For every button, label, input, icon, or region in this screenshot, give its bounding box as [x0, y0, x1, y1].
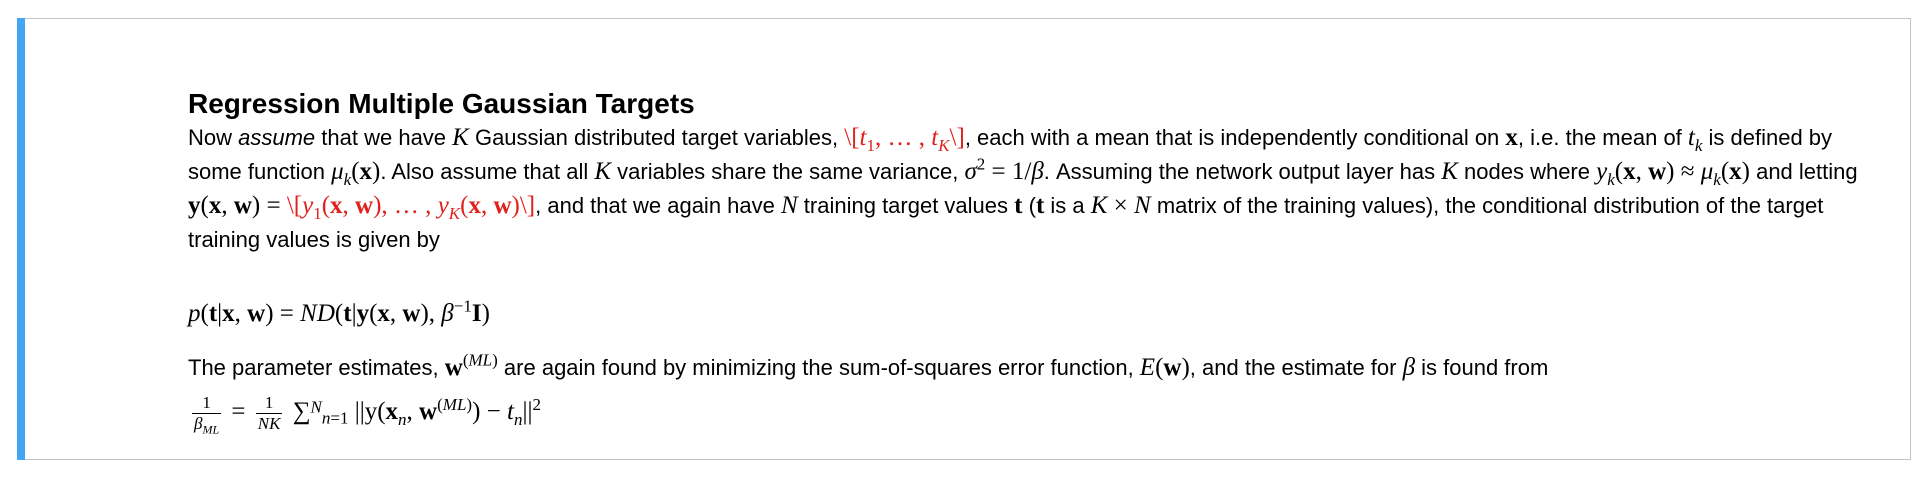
summation-limits: Nn=1 [310, 397, 349, 428]
paragraph-parameter-estimates: The parameter estimates, w(ML) are again… [188, 351, 1548, 385]
text-run: , i.e. the mean of [1517, 125, 1688, 150]
math-K: K [594, 158, 612, 185]
math-mu-k-x: μk(x) [331, 158, 381, 189]
math-K-times-N: K × N [1090, 192, 1151, 219]
text-run: is a [1044, 193, 1091, 218]
math-t-k: tk [1687, 124, 1703, 155]
text-run: , and that we again have [535, 193, 781, 218]
equation-likelihood: p(t|x, w) = ND(t|y(x, w), β−1I) [188, 296, 490, 327]
math-approx: yk(x, w) ≈ μk(x) [1596, 158, 1750, 189]
math-variance: σ2 = 1/β [964, 154, 1044, 185]
text-run: , each with a mean that is independently… [964, 125, 1506, 150]
text-run: is found from [1415, 355, 1549, 380]
paragraph-description: Now assume that we have K Gaussian distr… [188, 121, 1888, 257]
text-run: variables share the same variance, [611, 159, 965, 184]
section-heading: Regression Multiple Gaussian Targets [188, 88, 695, 119]
math-beta: β [1402, 354, 1416, 381]
cell-selection-bar [17, 18, 25, 460]
fraction-one-over-beta-ml: 1 βML [192, 393, 222, 437]
math-E-w: E(w) [1139, 354, 1190, 381]
text-run: training target values [797, 193, 1015, 218]
text-run: ( [1022, 193, 1036, 218]
fraction-one-over-NK: 1 NK [255, 393, 283, 433]
math-y-def: y(x, w) = [188, 192, 287, 219]
text-run: The parameter estimates, [188, 355, 445, 380]
text-run: Gaussian distributed target variables, [468, 125, 845, 150]
text-run: , and the estimate for [1189, 355, 1403, 380]
text-run: . Assuming the network output layer has [1043, 159, 1442, 184]
equation-beta-ml: 1 βML = 1 NK ∑Nn=1 ||y(xn, w(ML)) − tn||2 [192, 393, 541, 437]
math-K: K [452, 124, 469, 151]
text-run: are again found by minimizing the sum-of… [497, 355, 1140, 380]
math-x: x [1505, 124, 1518, 151]
math-unrendered-targets: \[t1, … , tK\] [844, 124, 965, 155]
notebook-cell[interactable]: Regression Multiple Gaussian Targets Now… [17, 18, 1911, 460]
text-run: that we have [315, 125, 453, 150]
summation-symbol: ∑ [292, 398, 311, 426]
text-run: and letting [1749, 159, 1858, 184]
emphasis-assume: assume [238, 125, 316, 150]
text-run: Now [188, 125, 239, 150]
math-unrendered-y: \[y1(x, w), … , yK(x, w)\] [286, 192, 536, 223]
text-run: nodes where [1457, 159, 1597, 184]
text-run: . Also assume that all [380, 159, 595, 184]
math-N: N [781, 192, 798, 219]
markdown-output: Regression Multiple Gaussian Targets Now… [188, 87, 1888, 435]
math-K: K [1441, 158, 1458, 185]
math-w-ml: w(ML) [444, 350, 498, 381]
